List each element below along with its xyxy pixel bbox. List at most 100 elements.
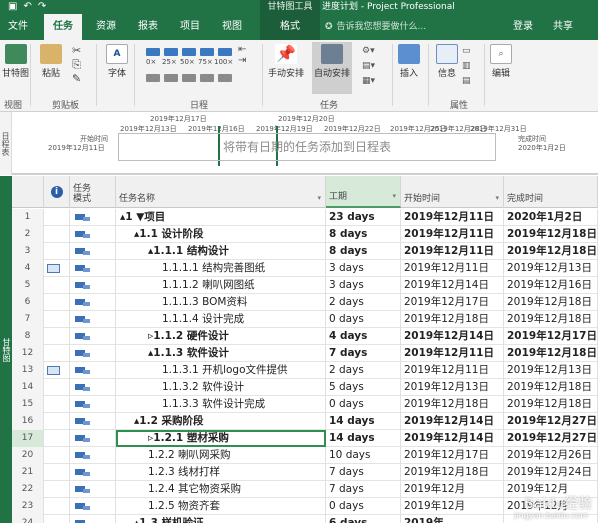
mark-on-track-icon[interactable] <box>146 74 160 82</box>
task-name-cell[interactable]: 1.2.2 喇叭网采购 <box>116 447 326 464</box>
editing-button[interactable]: ⌕ 编辑 <box>490 44 512 79</box>
finish-cell[interactable]: 2019年12月18日 <box>504 379 598 396</box>
tab-file[interactable]: 文件 <box>0 14 36 40</box>
row-number[interactable]: 13 <box>12 362 44 379</box>
schedule-100-icon[interactable] <box>218 48 232 56</box>
task-name-cell[interactable]: ▴1 ▼项目 <box>116 209 326 226</box>
task-name-cell[interactable]: 1.1.1.2 喇叭网图纸 <box>116 277 326 294</box>
task-mode-cell[interactable] <box>70 413 116 430</box>
row-number[interactable]: 21 <box>12 464 44 481</box>
finish-cell[interactable]: 2019年12月13日 <box>504 362 598 379</box>
finish-cell[interactable]: 2019年12月13日 <box>504 260 598 277</box>
task-mode-cell[interactable] <box>70 243 116 260</box>
finish-cell[interactable]: 2019年12月18日 <box>504 294 598 311</box>
duration-cell[interactable]: 10 days <box>326 447 401 464</box>
row-number[interactable]: 5 <box>12 277 44 294</box>
finish-cell[interactable]: 2019年12月18日 <box>504 311 598 328</box>
task-mode-cell[interactable] <box>70 515 116 523</box>
table-row[interactable]: 5 1.1.1.2 喇叭网图纸 3 days 2019年12月14日 2019年12月1… <box>12 277 598 294</box>
finish-cell[interactable]: 2019年12月18日 <box>504 243 598 260</box>
task-mode-cell[interactable] <box>70 277 116 294</box>
task-name-cell[interactable]: ▴1.1 设计阶段 <box>116 226 326 243</box>
task-name-cell[interactable]: 1.1.3.1 开机logo文件提供 <box>116 362 326 379</box>
task-mode-cell[interactable] <box>70 209 116 226</box>
table-row[interactable]: 23 1.2.5 物资齐套 0 days 2019年12月 2019年12月 <box>12 498 598 515</box>
finish-cell[interactable]: 2019年12月16日 <box>504 277 598 294</box>
start-column-header[interactable]: 开始时间 ▾ <box>401 176 504 208</box>
duration-cell[interactable]: 0 days <box>326 311 401 328</box>
link-tasks-icon[interactable] <box>200 74 214 82</box>
task-name-cell[interactable]: 1.2.4 其它物资采购 <box>116 481 326 498</box>
duration-cell[interactable]: 5 days <box>326 379 401 396</box>
task-mode-cell[interactable] <box>70 226 116 243</box>
task-name-cell[interactable]: 1.1.1.3 BOM资料 <box>116 294 326 311</box>
unlink-tasks-icon[interactable] <box>218 74 232 82</box>
task-name-cell[interactable]: 1.1.1.4 设计完成 <box>116 311 326 328</box>
cut-copy-buttons[interactable]: ✂ ⎘ ✎ <box>72 44 81 86</box>
row-number[interactable]: 14 <box>12 379 44 396</box>
auto-schedule-button[interactable]: 自动安排 <box>312 42 352 94</box>
duration-cell[interactable]: 7 days <box>326 345 401 362</box>
login-button[interactable]: 登录 <box>513 14 533 40</box>
start-cell[interactable]: 2019年12月11日 <box>401 345 504 362</box>
row-number[interactable]: 6 <box>12 294 44 311</box>
notes-details-icons[interactable]: ▭ ▥ ▤ <box>462 44 471 89</box>
start-cell[interactable]: 2019年12月18日 <box>401 311 504 328</box>
task-mode-cell[interactable] <box>70 498 116 515</box>
start-cell[interactable]: 2019年12月17日 <box>401 294 504 311</box>
task-mode-cell[interactable] <box>70 260 116 277</box>
row-number[interactable]: 16 <box>12 413 44 430</box>
start-cell[interactable]: 2019年 <box>401 515 504 523</box>
task-mode-cell[interactable] <box>70 430 116 447</box>
row-number[interactable]: 4 <box>12 260 44 277</box>
task-name-column-header[interactable]: 任务名称 ▾ <box>116 176 326 208</box>
schedule-75-icon[interactable] <box>200 48 214 56</box>
indicators-column-header[interactable]: i <box>44 176 70 208</box>
finish-column-header[interactable]: 完成时间 <box>504 176 598 208</box>
duration-cell[interactable]: 14 days <box>326 413 401 430</box>
table-row[interactable]: 12 ▴1.1.3 软件设计 7 days 2019年12月11日 2019年12月18… <box>12 345 598 362</box>
tell-me-box[interactable]: ✪ 告诉我您想要做什么... <box>325 19 426 35</box>
table-row[interactable]: 15 1.1.3.3 软件设计完成 0 days 2019年12月18日 2019年12… <box>12 396 598 413</box>
timeline-bar[interactable]: 将带有日期的任务添加到日程表 <box>118 133 496 161</box>
note-icon[interactable] <box>47 264 60 273</box>
tab-task[interactable]: 任务 <box>44 14 82 40</box>
task-mode-cell[interactable] <box>70 396 116 413</box>
tab-resource[interactable]: 资源 <box>88 14 124 40</box>
duration-cell[interactable]: 8 days <box>326 243 401 260</box>
table-row[interactable]: 16 ▴1.2 采购阶段 14 days 2019年12月14日 2019年12月27日 <box>12 413 598 430</box>
table-row[interactable]: 14 1.1.3.2 软件设计 5 days 2019年12月13日 2019年12月1… <box>12 379 598 396</box>
timeline-pane[interactable]: 日程表 开始时间 2019年12月11日 完成时间 2020年1月2日 2019… <box>0 112 598 175</box>
inspect-move-mode-icons[interactable]: ⚙▾ ▤▾ ▦▾ <box>362 44 375 89</box>
table-row[interactable]: 8 ▹1.1.2 硬件设计 4 days 2019年12月14日 2019年12月17日 <box>12 328 598 345</box>
table-row[interactable]: 4 1.1.1.1 结构完善图纸 3 days 2019年12月11日 2019年12月… <box>12 260 598 277</box>
task-mode-cell[interactable] <box>70 311 116 328</box>
task-name-cell[interactable]: ▹1.1.2 硬件设计 <box>116 328 326 345</box>
format-painter-icon[interactable]: ✎ <box>72 72 81 86</box>
inactivate-icon[interactable] <box>182 74 196 82</box>
outdent-indent-icons[interactable]: ⇤ ⇥ <box>238 44 246 66</box>
duration-cell[interactable]: 2 days <box>326 294 401 311</box>
task-mode-cell[interactable] <box>70 345 116 362</box>
table-row[interactable]: 13 1.1.3.1 开机logo文件提供 2 days 2019年12月11日 201… <box>12 362 598 379</box>
task-name-cell[interactable]: ▹1.2.1 塑材采购 <box>116 430 326 447</box>
start-cell[interactable]: 2019年12月11日 <box>401 260 504 277</box>
finish-cell[interactable]: 2019年12月27日 <box>504 413 598 430</box>
duration-cell[interactable]: 8 days <box>326 226 401 243</box>
table-row[interactable]: 20 1.2.2 喇叭网采购 10 days 2019年12月17日 2019年12月2… <box>12 447 598 464</box>
tab-format[interactable]: 格式 <box>260 14 320 40</box>
table-row[interactable]: 24 ▴1.3 样机验证 6 days 2019年 <box>12 515 598 523</box>
finish-cell[interactable]: 2019年12月18日 <box>504 396 598 413</box>
task-name-cell[interactable]: 1.1.3.3 软件设计完成 <box>116 396 326 413</box>
save-icon[interactable]: ▣ <box>8 0 17 14</box>
duration-column-header[interactable]: 工期 ▾ <box>326 176 401 208</box>
finish-cell[interactable]: 2019年12月24日 <box>504 464 598 481</box>
schedule-25-icon[interactable] <box>164 48 178 56</box>
task-mode-cell[interactable] <box>70 379 116 396</box>
tab-project[interactable]: 项目 <box>172 14 208 40</box>
task-name-cell[interactable]: 1.2.5 物资齐套 <box>116 498 326 515</box>
finish-cell[interactable]: 2019年12月17日 <box>504 328 598 345</box>
row-number[interactable]: 23 <box>12 498 44 515</box>
select-all-corner[interactable] <box>12 176 44 208</box>
row-number[interactable]: 15 <box>12 396 44 413</box>
